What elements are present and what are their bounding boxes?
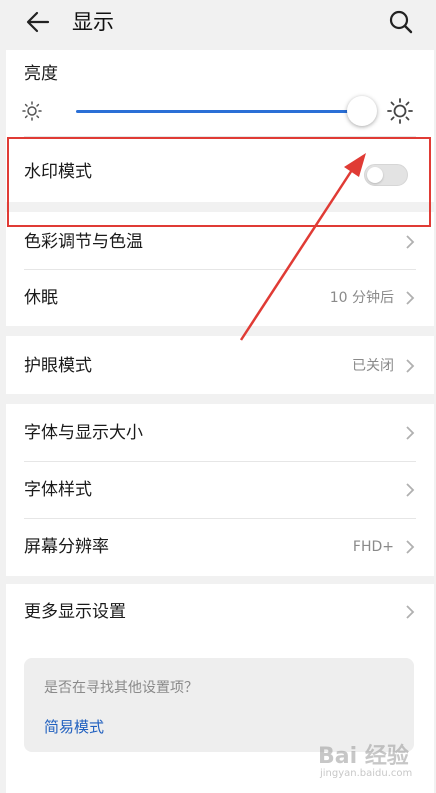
chevron-right-icon [406, 483, 415, 497]
chevron-right-icon [406, 291, 415, 305]
arrow-left-icon[interactable] [24, 8, 52, 36]
list-item-label: 字体样式 [24, 480, 92, 500]
display-settings-group-3: 字体与显示大小 字体样式 屏幕分辨率 FHD+ [6, 404, 434, 576]
list-item-label: 更多显示设置 [24, 602, 126, 622]
brightness-high-icon [387, 98, 413, 124]
list-item-color-temperature[interactable]: 色彩调节与色温 [6, 214, 434, 270]
sleep-value: 10 分钟后 [329, 290, 394, 306]
brightness-slider-track[interactable] [76, 110, 362, 113]
list-item-label: 色彩调节与色温 [24, 232, 143, 252]
site-url: jingyan.baidu.com [320, 768, 413, 779]
list-item-label: 字体与显示大小 [24, 423, 143, 443]
site-watermark: Bai 经验 jingyan.baidu.com [318, 738, 418, 786]
site-logo: Bai 经验 [318, 744, 409, 769]
chevron-right-icon [406, 235, 415, 249]
display-settings-group-1: 色彩调节与色温 休眠 10 分钟后 [6, 212, 434, 326]
list-item-label: 屏幕分辨率 [24, 537, 109, 557]
search-icon[interactable] [388, 9, 414, 35]
page-title: 显示 [72, 10, 114, 34]
list-item-screen-resolution[interactable]: 屏幕分辨率 FHD+ [6, 519, 434, 575]
eye-comfort-value: 已关闭 [352, 358, 394, 374]
list-item-eye-comfort[interactable]: 护眼模式 已关闭 [6, 338, 434, 394]
brightness-slider-thumb[interactable] [347, 96, 377, 126]
chevron-right-icon [406, 605, 415, 619]
list-item-font-style[interactable]: 字体样式 [6, 462, 434, 518]
divider [24, 136, 416, 137]
list-item-font-display-size[interactable]: 字体与显示大小 [6, 405, 434, 461]
brightness-label: 亮度 [24, 64, 58, 84]
chevron-right-icon [406, 540, 415, 554]
brightness-low-icon [22, 101, 42, 121]
watermark-mode-label: 水印模式 [24, 162, 92, 182]
list-item-sleep[interactable]: 休眠 10 分钟后 [6, 270, 434, 326]
list-item-more-display-settings[interactable]: 更多显示设置 [6, 584, 434, 640]
watermark-mode-toggle[interactable] [364, 164, 408, 186]
chevron-right-icon [406, 359, 415, 373]
chevron-right-icon [406, 426, 415, 440]
top-app-bar: 显示 [0, 0, 436, 46]
toggle-knob [367, 167, 383, 183]
simple-mode-link[interactable]: 简易模式 [44, 716, 104, 738]
suggestion-question: 是否在寻找其他设置项？ [44, 680, 198, 696]
resolution-value: FHD+ [352, 539, 394, 555]
display-settings-group-2: 护眼模式 已关闭 [6, 336, 434, 394]
list-item-label: 休眠 [24, 288, 58, 308]
list-item-label: 护眼模式 [24, 356, 92, 376]
